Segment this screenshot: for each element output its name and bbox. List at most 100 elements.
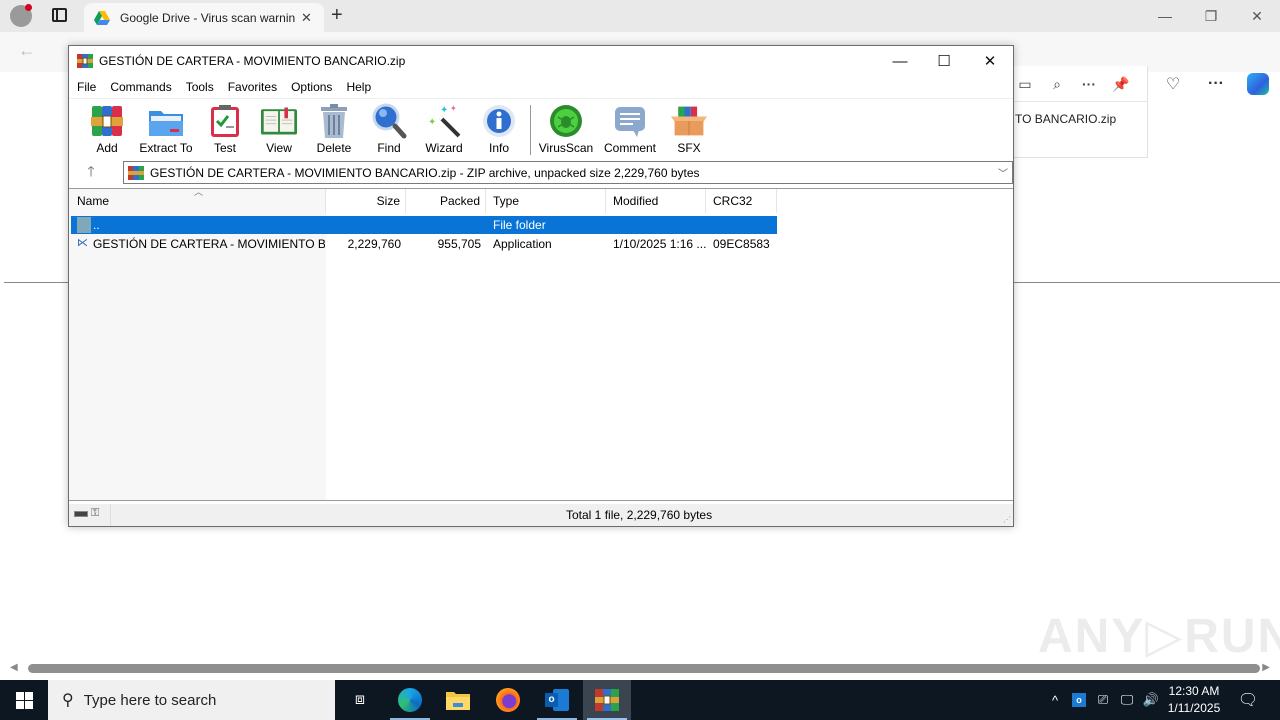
downloads-panel-header: ▭ ⌕ ··· 📌: [1001, 66, 1147, 102]
browser-close-button[interactable]: ✕: [1234, 0, 1280, 32]
search-icon: ⚲: [62, 692, 74, 709]
menu-favorites[interactable]: Favorites: [228, 80, 277, 94]
browser-minimize-button[interactable]: —: [1142, 0, 1188, 32]
browser-restore-button[interactable]: ❐: [1188, 0, 1234, 32]
column-header-packed[interactable]: Packed: [406, 189, 486, 213]
downloads-panel: ▭ ⌕ ··· 📌 TO BANCARIO.zip: [1000, 66, 1148, 158]
outlook-tray-icon[interactable]: o: [1068, 680, 1090, 720]
menu-options[interactable]: Options: [291, 80, 332, 94]
open-folder-icon[interactable]: ▭: [1013, 72, 1037, 96]
meet-now-icon[interactable]: ⎚: [1092, 680, 1114, 720]
cell-packed: [406, 216, 481, 234]
tab-actions-icon[interactable]: [52, 8, 67, 22]
sfx-button[interactable]: SFX: [659, 103, 719, 159]
network-icon[interactable]: 🖵: [1116, 680, 1138, 720]
search-placeholder: Type here to search: [83, 691, 217, 709]
winrar-maximize-button[interactable]: ☐: [921, 46, 967, 76]
sfx-box-icon: [671, 103, 707, 139]
task-view-button[interactable]: ⧈: [336, 680, 384, 720]
tab-close-icon[interactable]: ✕: [301, 10, 312, 26]
virusscan-button[interactable]: VirusScan: [536, 103, 596, 159]
winrar-close-button[interactable]: ✕: [967, 46, 1013, 76]
notification-center-icon[interactable]: 🗨: [1234, 680, 1262, 720]
browser-tab-google-drive[interactable]: Google Drive - Virus scan warning ✕: [84, 3, 324, 32]
table-row-file[interactable]: ⋉ GESTIÓN DE CARTERA - MOVIMIENTO BA... …: [71, 235, 777, 253]
tab-title: Google Drive - Virus scan warning: [120, 10, 295, 25]
column-header-type[interactable]: Type: [486, 189, 606, 213]
table-row-parent-folder[interactable]: .. File folder: [71, 216, 777, 234]
browser-tabstrip: Google Drive - Virus scan warning ✕ + — …: [0, 0, 1280, 32]
wizard-button[interactable]: ✦ ✦ ✦ Wizard: [414, 103, 474, 159]
menu-file[interactable]: File: [77, 80, 96, 94]
comment-button[interactable]: Comment: [600, 103, 660, 159]
extract-folder-icon: [148, 103, 184, 139]
menu-tools[interactable]: Tools: [186, 80, 214, 94]
view-button[interactable]: View: [249, 103, 309, 159]
trash-icon: [316, 103, 352, 139]
cell-name: GESTIÓN DE CARTERA - MOVIMIENTO BA...: [93, 237, 325, 251]
copilot-icon[interactable]: [1241, 68, 1275, 100]
extract-to-button[interactable]: Extract To: [136, 103, 196, 159]
cell-modified: [613, 216, 708, 234]
delete-button[interactable]: Delete: [304, 103, 364, 159]
taskbar-search-box[interactable]: ⚲ Type here to search: [48, 680, 335, 720]
menu-help[interactable]: Help: [346, 80, 371, 94]
cell-size: [326, 216, 401, 234]
key-icon[interactable]: ⚿: [91, 507, 99, 520]
executable-file-icon: ⋉: [77, 237, 88, 249]
taskbar-outlook[interactable]: o: [533, 680, 581, 720]
svg-text:✦: ✦: [440, 105, 448, 116]
volume-icon[interactable]: 🔊: [1140, 680, 1162, 720]
comment-icon: [612, 103, 648, 139]
more-icon[interactable]: ···: [1199, 68, 1233, 100]
up-one-level-button[interactable]: 🡑: [79, 163, 103, 183]
cell-name: ..: [93, 218, 100, 232]
winrar-menubar: File Commands Tools Favorites Options He…: [69, 76, 1013, 98]
menu-commands[interactable]: Commands: [110, 80, 171, 94]
add-button[interactable]: Add: [77, 103, 137, 159]
test-button[interactable]: Test: [195, 103, 255, 159]
add-archive-icon: [89, 103, 125, 139]
show-hidden-icons[interactable]: ^: [1044, 680, 1066, 720]
resize-grip[interactable]: ⋰: [1003, 515, 1011, 524]
chevron-down-icon[interactable]: ﹀: [998, 165, 1008, 180]
info-label: Info: [488, 141, 509, 155]
back-icon[interactable]: ←: [18, 40, 36, 61]
pin-icon[interactable]: 📌: [1109, 72, 1133, 96]
column-header-modified[interactable]: Modified: [606, 189, 706, 213]
cell-size: 2,229,760: [347, 237, 401, 251]
profile-avatar[interactable]: [10, 4, 32, 27]
taskbar: ⚲ Type here to search ⧈ o ^ o ⎚ 🖵 🔊 12:3…: [0, 680, 1280, 720]
search-downloads-icon[interactable]: ⌕: [1045, 72, 1069, 96]
clock-time: 12:30 AM: [1168, 684, 1220, 698]
winrar-minimize-button[interactable]: —: [877, 46, 923, 76]
downloads-more-icon[interactable]: ···: [1077, 72, 1101, 96]
winrar-app-icon: [77, 54, 93, 68]
browser-essentials-icon[interactable]: ♡: [1156, 68, 1190, 100]
taskbar-firefox[interactable]: [484, 680, 532, 720]
scroll-left-arrow[interactable]: ◀: [10, 662, 18, 673]
firefox-icon: [496, 688, 520, 712]
taskbar-winrar[interactable]: [583, 680, 631, 720]
test-clipboard-icon: [207, 103, 243, 139]
info-button[interactable]: Info: [469, 103, 529, 159]
column-header-name[interactable]: Name ︿: [69, 187, 326, 213]
wizard-label: Wizard: [425, 141, 463, 155]
drive-icon[interactable]: [74, 511, 88, 517]
cell-packed: 955,705: [437, 237, 481, 251]
task-view-icon: ⧈: [354, 691, 366, 708]
google-drive-icon: [94, 10, 110, 25]
download-item-name[interactable]: TO BANCARIO.zip: [1015, 112, 1116, 126]
find-button[interactable]: Find: [359, 103, 419, 159]
path-dropdown[interactable]: GESTIÓN DE CARTERA - MOVIMIENTO BANCARIO…: [123, 161, 1013, 184]
scrollbar-thumb[interactable]: [28, 664, 1260, 673]
start-button[interactable]: [0, 680, 48, 720]
virusscan-label: VirusScan: [538, 141, 594, 155]
taskbar-edge[interactable]: [386, 680, 434, 720]
new-tab-button[interactable]: +: [331, 4, 343, 27]
column-header-size[interactable]: Size: [326, 189, 406, 213]
taskbar-clock[interactable]: 12:30 AM 1/11/2025: [1162, 683, 1226, 717]
column-header-crc32[interactable]: CRC32: [706, 189, 777, 213]
winrar-titlebar[interactable]: GESTIÓN DE CARTERA - MOVIMIENTO BANCARIO…: [69, 46, 1013, 76]
taskbar-file-explorer[interactable]: [434, 680, 482, 720]
